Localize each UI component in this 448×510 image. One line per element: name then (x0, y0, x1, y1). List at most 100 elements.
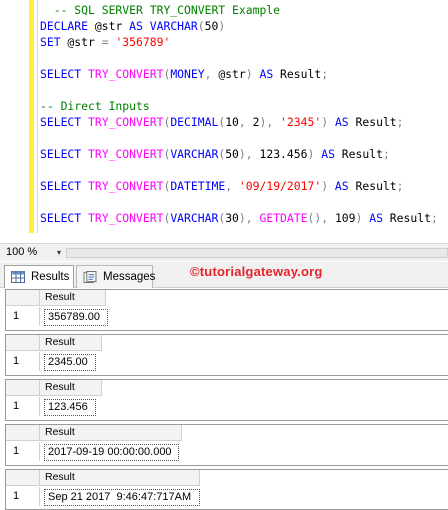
code-token: ; (396, 115, 404, 129)
code-token: ), (238, 147, 260, 161)
row-number[interactable]: 1 (6, 442, 40, 461)
result-cell[interactable]: Sep 21 2017 9:46:47:717AM (44, 489, 200, 506)
code-line[interactable]: -- SQL SERVER TRY_CONVERT Example (40, 2, 438, 18)
column-header[interactable]: Result (40, 380, 102, 396)
editor-status-strip: 100 % ▾ (0, 243, 448, 261)
code-line[interactable]: SELECT TRY_CONVERT(VARCHAR(50), 123.456)… (40, 146, 438, 162)
messages-icon (83, 271, 97, 283)
code-line[interactable]: -- Direct Inputs (40, 98, 438, 114)
code-token: -- Direct Inputs (40, 99, 150, 113)
editor-margin-rule (37, 0, 38, 233)
code-token: TRY_CONVERT (88, 67, 164, 81)
chevron-down-icon: ▾ (56, 248, 61, 257)
code-token: SET (40, 35, 61, 49)
code-line[interactable] (40, 194, 438, 210)
result-grid-1[interactable]: Result 1 356789.00 (5, 289, 448, 331)
code-token: VARCHAR (149, 19, 198, 33)
grid-icon (11, 271, 25, 283)
grid-corner[interactable] (6, 470, 40, 486)
grid-corner[interactable] (6, 380, 40, 396)
column-header[interactable]: Result (40, 335, 102, 351)
code-token: Result (348, 115, 397, 129)
result-cell[interactable]: 356789.00 (44, 309, 108, 326)
code-token: AS (129, 19, 143, 33)
grid-corner[interactable] (6, 425, 40, 441)
code-line[interactable]: SELECT TRY_CONVERT(MONEY, @str) AS Resul… (40, 66, 438, 82)
code-line[interactable]: SELECT TRY_CONVERT(DECIMAL(10, 2), '2345… (40, 114, 438, 130)
row-number[interactable]: 1 (6, 487, 40, 506)
change-tracking-bar (29, 0, 34, 233)
code-line[interactable] (40, 82, 438, 98)
zoom-dropdown[interactable]: 100 % ▾ (3, 245, 63, 260)
code-line[interactable]: SELECT TRY_CONVERT(DATETIME, '09/19/2017… (40, 178, 438, 194)
code-token: DECIMAL (170, 115, 219, 129)
code-token: SELECT (40, 67, 82, 81)
code-token: 123.456 (259, 147, 308, 161)
row-number[interactable]: 1 (6, 352, 40, 371)
code-token: Result (273, 67, 322, 81)
grid-corner[interactable] (6, 335, 40, 351)
horizontal-scrollbar[interactable] (66, 248, 448, 258)
code-line[interactable]: SELECT TRY_CONVERT(VARCHAR(30), GETDATE(… (40, 210, 438, 226)
code-token: 50 (204, 19, 219, 33)
column-header[interactable]: Result (40, 290, 106, 306)
code-line[interactable]: SET @str = '356789' (40, 34, 438, 50)
code-token: Result (348, 179, 397, 193)
column-header[interactable]: Result (40, 425, 182, 441)
sql-code[interactable]: -- SQL SERVER TRY_CONVERT Example DECLARE… (40, 2, 438, 226)
code-token: Result (334, 147, 383, 161)
code-token: VARCHAR (170, 147, 219, 161)
code-token: '356789' (115, 35, 171, 49)
code-token: ( (197, 19, 205, 33)
row-number[interactable]: 1 (6, 397, 40, 416)
result-cell[interactable]: 2017-09-19 00:00:00.000 (44, 444, 179, 461)
code-token: (), (307, 211, 335, 225)
code-token: TRY_CONVERT (88, 179, 164, 193)
code-token: TRY_CONVERT (88, 211, 164, 225)
result-grid-3[interactable]: Result 1 123.456 (5, 379, 448, 421)
code-token: DATETIME (170, 179, 226, 193)
code-token: @str (60, 35, 102, 49)
code-token: AS (334, 179, 349, 193)
code-token: AS (321, 147, 335, 161)
tab-results[interactable]: Results (4, 265, 74, 288)
code-token: ) (218, 19, 226, 33)
code-token: Result (382, 211, 431, 225)
grid-corner[interactable] (6, 290, 40, 306)
code-token: ) (245, 67, 253, 81)
code-token: 50 (225, 147, 239, 161)
code-token: TRY_CONVERT (88, 115, 164, 129)
code-token: 109 (334, 211, 356, 225)
row-number[interactable]: 1 (6, 307, 40, 326)
code-token: TRY_CONVERT (88, 147, 164, 161)
code-token: , (204, 67, 219, 81)
code-token: , (225, 179, 239, 193)
code-token: 30 (225, 211, 239, 225)
query-editor[interactable]: -- SQL SERVER TRY_CONVERT Example DECLARE… (0, 0, 448, 237)
code-token: ), (238, 211, 260, 225)
code-line[interactable] (40, 130, 438, 146)
zoom-level: 100 % (6, 246, 38, 258)
result-cell[interactable]: 123.456 (44, 399, 96, 416)
code-token: AS (259, 67, 274, 81)
code-token: MONEY (170, 67, 205, 81)
result-grid-4[interactable]: Result 1 2017-09-19 00:00:00.000 (5, 424, 448, 466)
code-token: AS (369, 211, 383, 225)
result-cell[interactable]: 2345.00 (44, 354, 96, 371)
code-line[interactable] (40, 162, 438, 178)
code-line[interactable] (40, 50, 438, 66)
column-header[interactable]: Result (40, 470, 200, 486)
result-grid-5[interactable]: Result 1 Sep 21 2017 9:46:47:717AM (5, 469, 448, 510)
code-line[interactable]: DECLARE @str AS VARCHAR(50) (40, 18, 438, 34)
code-token: VARCHAR (170, 211, 219, 225)
code-token: 10 (225, 115, 239, 129)
code-token: AS (334, 115, 349, 129)
result-grid-2[interactable]: Result 1 2345.00 (5, 334, 448, 376)
tab-messages[interactable]: Messages (76, 265, 155, 288)
